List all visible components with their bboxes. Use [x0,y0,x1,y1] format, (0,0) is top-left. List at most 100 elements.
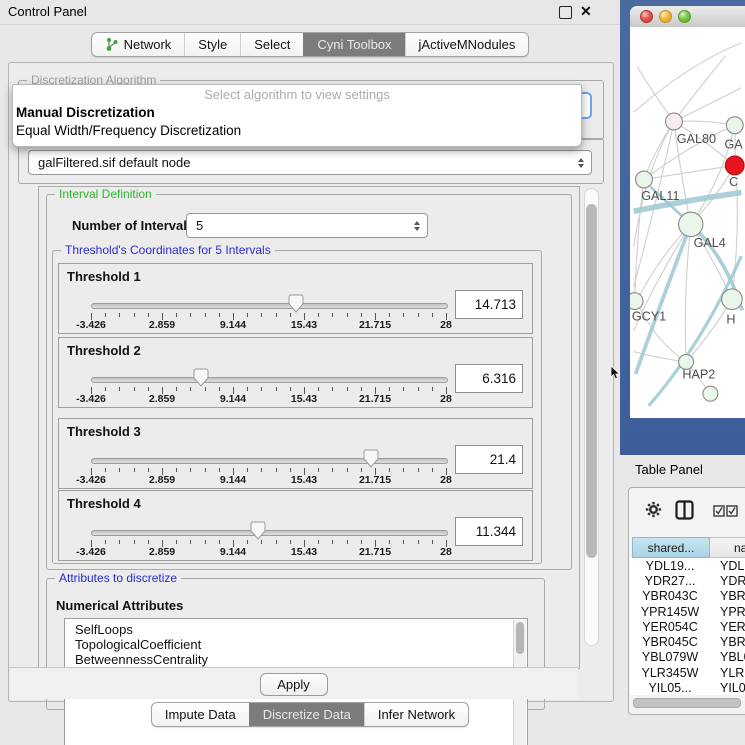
network-window-titlebar[interactable] [630,6,745,28]
table-row[interactable]: YPR145WYPR1 [630,604,745,619]
threshold-value-field[interactable]: 6.316 [455,364,523,393]
slider-tick-label: 28 [411,546,481,558]
network-edge[interactable] [634,43,742,112]
minimize-window-icon[interactable] [659,10,672,23]
red-node[interactable] [725,156,744,175]
attribute-item[interactable]: SelfLoops [65,622,527,637]
float-window-icon[interactable] [559,6,572,19]
slider-tick [261,540,262,544]
algorithm-option-equal-width[interactable]: Equal Width/Frequency Discretization [13,122,581,140]
network-edge[interactable] [637,224,691,301]
settings-scrollbar-thumb[interactable] [586,204,597,558]
network-edge[interactable] [674,121,735,125]
table-row[interactable]: YBR045CYBR0 [630,634,745,649]
apply-button[interactable]: Apply [260,673,328,696]
network-canvas[interactable]: GAL80GACGAL11GAL4GCY1HHAP2 [630,27,745,418]
top-tab-bar: NetworkStyle Select Cyni ToolboxjActiveMNo… [0,32,620,57]
close-icon[interactable]: ✕ [580,3,592,20]
table-panel-toolbar [629,488,745,536]
slider-tick [403,540,404,544]
table-row[interactable]: YDR27...YDR2 [630,573,745,588]
network-edge[interactable] [674,56,725,121]
slider-tick [418,468,419,472]
network-edge[interactable] [686,299,732,362]
gal11-node[interactable] [636,171,653,188]
gal4-node-label: GAL4 [694,236,726,250]
table-row[interactable]: YER054CYER0 [630,619,745,634]
table-data-value: galFiltered.sif default node [38,155,190,170]
column-header-name[interactable]: na [710,537,745,558]
cell-shared-name: YDL19... [630,559,710,573]
threshold-slider-thumb[interactable] [288,294,304,313]
threshold-slider-thumb[interactable] [363,449,379,468]
tab-discretize-data[interactable]: Discretize Data [249,703,364,726]
slider-tick [389,540,390,544]
slider-tick [205,540,206,544]
slider-tick [148,387,149,391]
tab-label: Select [254,33,290,56]
columns-icon[interactable] [675,500,694,520]
numerical-attributes-label: Numerical Attributes [56,598,183,613]
slider-tick [119,313,120,317]
threshold-slider-track[interactable] [91,530,448,536]
number-of-intervals-value: 5 [196,218,203,233]
threshold-value-field[interactable]: 14.713 [455,290,523,319]
h-node[interactable] [722,289,743,310]
threshold-value-field[interactable]: 11.344 [455,517,523,546]
thresholds-group-label: Threshold's Coordinates for 5 Intervals [61,243,275,257]
table-data-combobox[interactable]: galFiltered.sif default node [28,150,592,175]
gal80-node[interactable] [666,113,683,130]
slider-tick [361,313,362,317]
threshold-slider-track[interactable] [91,303,448,309]
attributes-scrollbar-thumb[interactable] [516,622,524,654]
number-of-intervals-combobox[interactable]: 5 [186,213,428,238]
gcy1-node[interactable] [630,293,643,310]
table-row[interactable]: YIL05...YIL0 [630,680,745,695]
cut-right-node[interactable] [726,117,743,134]
table-row[interactable]: YLR345WYLR3 [630,665,745,680]
settings-scrollbar[interactable] [584,188,599,646]
tab-impute-data[interactable]: Impute Data [152,703,249,726]
table-row[interactable]: YBR043CYBR0 [630,589,745,604]
tab-network[interactable]: Network [92,33,185,56]
table-horizontal-scrollbar[interactable] [632,697,745,707]
slider-tick [190,313,191,317]
algorithm-placeholder: Select algorithm to view settings [13,85,581,104]
slider-tick-label: 2.859 [127,546,197,558]
column-header-shared-name[interactable]: shared... [632,537,710,558]
algorithm-option-manual[interactable]: Manual Discretization [13,104,581,122]
slider-tick [318,387,319,391]
slider-tick [389,387,390,391]
network-edge-thick[interactable] [649,256,742,406]
tab-style[interactable]: Style [184,33,240,56]
network-edge[interactable] [685,224,690,362]
top-tabs-segment: NetworkStyle Select Cyni ToolboxjActiveMNo… [91,32,530,57]
tab-jactivemnodules[interactable]: jActiveMNodules [405,33,529,56]
slider-tick [219,468,220,472]
cell-name: YDR2 [710,574,745,588]
attribute-item[interactable]: TopologicalCoefficient [65,637,527,652]
threshold-slider-track[interactable] [91,458,448,464]
attribute-item[interactable]: BetweennessCentrality [65,652,527,667]
slider-tick-label: 15.43 [269,546,339,558]
gear-icon[interactable] [645,501,662,518]
threshold-slider-thumb[interactable] [193,368,209,387]
slider-tick [176,468,177,472]
close-window-icon[interactable] [640,10,653,23]
threshold-value-field[interactable]: 21.4 [455,445,523,474]
cut-bottom-node[interactable] [703,386,718,401]
network-edge[interactable] [674,88,741,122]
table-hscrollbar-thumb[interactable] [633,698,741,708]
cell-shared-name: YER054C [630,620,710,634]
threshold-slider-thumb[interactable] [250,521,266,540]
zoom-window-icon[interactable] [678,10,691,23]
tab-select[interactable]: Select [240,33,303,56]
tab-cyni-toolbox[interactable]: Cyni Toolbox [303,33,404,56]
gal4-node[interactable] [679,212,703,236]
table-row[interactable]: YDL19...YDL1 [630,558,745,573]
slider-tick-label: 15.43 [269,319,339,331]
table-row[interactable]: YBL079WYBL0 [630,650,745,665]
tab-infer-network[interactable]: Infer Network [364,703,468,726]
checkbox-pair-icon[interactable] [713,505,739,517]
threshold-slider-track[interactable] [91,377,448,383]
